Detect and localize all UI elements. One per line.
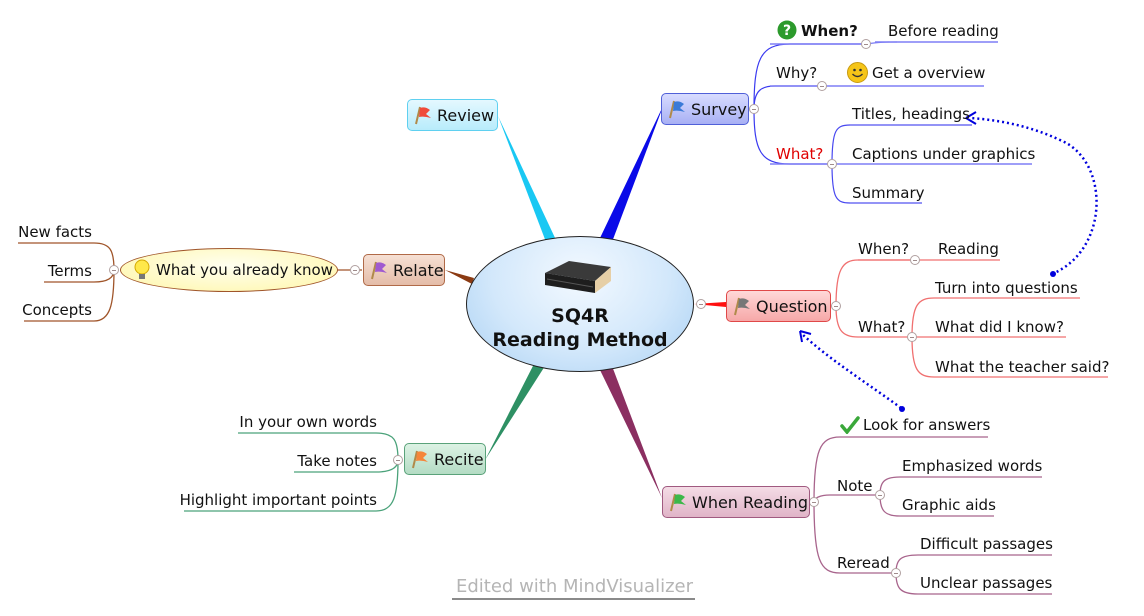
- collapse-toggle-question[interactable]: [831, 301, 841, 311]
- central-topic[interactable]: SQ4R Reading Method: [466, 236, 694, 372]
- branch-line-survey: [600, 104, 664, 242]
- collapse-toggle-survey-when[interactable]: [861, 39, 871, 49]
- help-question-icon: ?: [777, 20, 797, 40]
- topic-question[interactable]: Question: [726, 290, 831, 322]
- survey-what-item[interactable]: Titles, headings: [852, 105, 970, 123]
- arrow-start-dot: [1050, 271, 1056, 277]
- smiley-icon: [847, 62, 868, 83]
- arrow-start-dot-2: [899, 406, 905, 412]
- branch-line-when-reading: [600, 366, 662, 498]
- survey-what-item[interactable]: Captions under graphics: [852, 145, 1035, 163]
- collapse-toggle-survey-what[interactable]: [827, 159, 837, 169]
- topic-question-label: Question: [756, 296, 828, 316]
- topic-review[interactable]: Review: [407, 99, 498, 131]
- reread-label[interactable]: Reread: [837, 554, 890, 572]
- relate-item[interactable]: Terms: [48, 262, 92, 280]
- collapse-toggle-when-reading[interactable]: [809, 497, 819, 507]
- branch-line-recite: [485, 362, 545, 460]
- survey-when-value[interactable]: Before reading: [888, 22, 999, 40]
- survey-when-label[interactable]: When?: [801, 22, 858, 40]
- red-flag-icon: [415, 106, 431, 125]
- topic-recite[interactable]: Recite: [404, 443, 486, 475]
- purple-flag-icon: [371, 261, 387, 280]
- note-item[interactable]: Graphic aids: [902, 496, 996, 514]
- collapse-toggle-central-question[interactable]: [696, 299, 706, 309]
- survey-what-item[interactable]: Summary: [852, 184, 925, 202]
- gray-flag-icon: [734, 297, 750, 316]
- central-title-line1: SQ4R: [551, 305, 609, 327]
- question-what-item[interactable]: What did I know?: [935, 318, 1064, 336]
- topic-relate[interactable]: Relate: [363, 254, 445, 286]
- question-what-label[interactable]: What?: [858, 318, 905, 336]
- collapse-toggle-note[interactable]: [875, 490, 885, 500]
- topic-survey-label: Survey: [691, 99, 747, 119]
- collapse-toggle-question-what[interactable]: [907, 332, 917, 342]
- collapse-toggle-relate[interactable]: [350, 265, 360, 275]
- orange-flag-icon: [412, 450, 428, 469]
- note-item[interactable]: Emphasized words: [902, 457, 1042, 475]
- svg-text:?: ?: [783, 23, 791, 39]
- reread-item[interactable]: Difficult passages: [920, 535, 1053, 553]
- branch-line-relate: [445, 270, 474, 284]
- lightbulb-icon: [134, 259, 150, 279]
- recite-item[interactable]: Take notes: [297, 452, 377, 470]
- look-for-answers[interactable]: Look for answers: [863, 416, 990, 434]
- question-what-item[interactable]: What the teacher said?: [935, 358, 1109, 376]
- topic-recite-label: Recite: [434, 449, 484, 469]
- collapse-toggle-what-you-know[interactable]: [109, 265, 119, 275]
- question-when-value[interactable]: Reading: [938, 240, 999, 258]
- checkmark-icon: [840, 416, 860, 434]
- branch-line-review: [498, 116, 556, 242]
- question-when-label[interactable]: When?: [858, 240, 909, 258]
- reread-item[interactable]: Unclear passages: [920, 574, 1052, 592]
- topic-when-reading[interactable]: When Reading: [662, 486, 810, 518]
- what-you-already-know-label: What you already know: [156, 261, 333, 279]
- blue-flag-icon: [669, 100, 685, 119]
- topic-relate-label: Relate: [393, 260, 444, 280]
- what-you-already-know-topic[interactable]: What you already know: [120, 248, 338, 292]
- question-what-item[interactable]: Turn into questions: [935, 279, 1078, 297]
- arrowhead-question: [799, 330, 812, 343]
- relate-item[interactable]: Concepts: [22, 301, 92, 319]
- book-icon: [545, 261, 611, 293]
- collapse-toggle-recite[interactable]: [393, 455, 403, 465]
- relationship-arrow-look-to-question: [801, 333, 902, 410]
- note-label[interactable]: Note: [837, 477, 873, 495]
- relate-item[interactable]: New facts: [18, 223, 92, 241]
- topic-review-label: Review: [437, 105, 495, 125]
- central-title-line2: Reading Method: [492, 329, 668, 351]
- collapse-toggle-reread[interactable]: [891, 568, 901, 578]
- survey-why-value[interactable]: Get a overview: [872, 64, 985, 82]
- topic-survey[interactable]: Survey: [661, 93, 749, 125]
- survey-why-label[interactable]: Why?: [776, 64, 817, 82]
- collapse-toggle-survey[interactable]: [749, 104, 759, 114]
- recite-item[interactable]: Highlight important points: [180, 491, 377, 509]
- recite-item[interactable]: In your own words: [239, 413, 377, 431]
- topic-when-reading-label: When Reading: [692, 492, 808, 512]
- watermark-link[interactable]: Edited with MindVisualizer: [452, 576, 696, 600]
- green-flag-icon: [670, 493, 686, 512]
- collapse-toggle-survey-why[interactable]: [817, 81, 827, 91]
- survey-what-label[interactable]: What?: [776, 145, 823, 163]
- collapse-toggle-question-when[interactable]: [910, 255, 920, 265]
